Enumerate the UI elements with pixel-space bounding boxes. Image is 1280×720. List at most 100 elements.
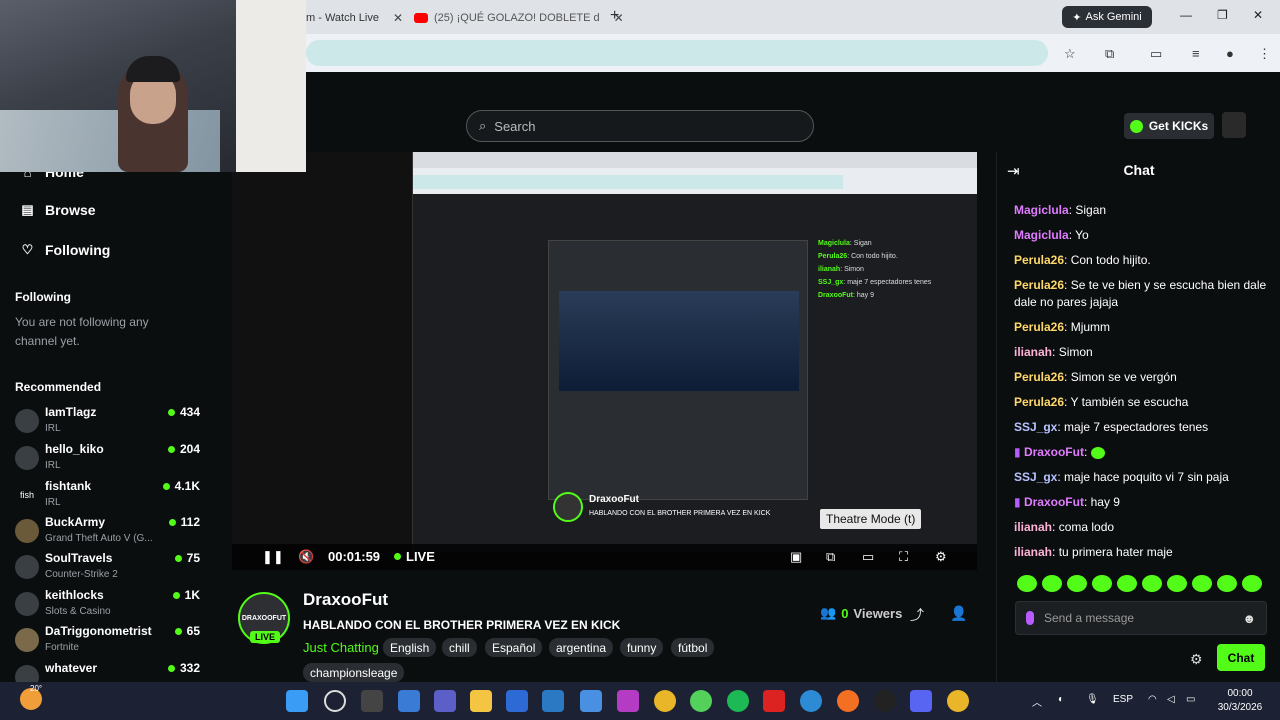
recommended-channel[interactable]: hello_kiko IRL 204 [15,442,200,478]
new-tab-button[interactable]: + [610,7,619,25]
video-browser-address [413,168,977,194]
close-icon[interactable]: ✕ [393,11,403,25]
recommended-channel[interactable]: fish fishtank IRL 4.1K [15,479,200,515]
tag[interactable]: English [383,638,437,657]
recommended-channel[interactable]: SoulTravels Counter-Strike 2 75 [15,551,200,587]
recommended-channel[interactable]: BuckArmy Grand Theft Auto V (G... 112 [15,515,200,551]
share-icon[interactable]: ⤴ [910,605,924,625]
task-view-icon[interactable] [361,690,383,712]
tag[interactable]: funny [620,638,664,657]
extensions-icon[interactable]: ⧉ [1105,46,1114,62]
emote-icon[interactable] [1017,575,1037,592]
sidebar-item-browse[interactable]: ▤ Browse [20,202,95,218]
emote-icon[interactable] [1167,575,1187,592]
cast-icon[interactable]: ▭ [1150,46,1162,62]
tag[interactable]: fútbol [671,638,715,657]
avatar [15,409,39,433]
tag[interactable]: chill [442,638,477,657]
chrome-icon[interactable] [654,690,676,712]
mic-icon [1026,611,1034,625]
send-chat-button[interactable]: Chat [1217,644,1265,671]
volume-icon[interactable]: ◁ [1167,694,1175,705]
dropbox-icon[interactable] [580,690,602,712]
tag[interactable]: Español [485,638,543,657]
wifi-icon[interactable]: ◠ [1148,694,1157,705]
store-icon[interactable] [542,690,564,712]
chat-message: Perula26: Simon se ve vergón [1014,370,1177,384]
address-bar[interactable] [306,40,1048,66]
chat-message: ▮ DraxooFut: hay 9 [1014,495,1120,509]
tag[interactable]: championsleage [303,663,405,682]
fullscreen-icon[interactable]: ⛶ [899,549,908,565]
minimize-icon[interactable]: — [1180,8,1192,22]
pause-icon[interactable]: ❚❚ [262,549,284,565]
recommended-channel[interactable]: DaTriggonometrist Fortnite 65 [15,624,200,660]
emote-icon[interactable] [1042,575,1062,592]
emote-icon[interactable] [1192,575,1212,592]
emote-icon[interactable] [1242,575,1262,592]
firefox-icon[interactable] [837,690,859,712]
chat-settings-icon[interactable]: ⚙ [1190,651,1203,668]
file-explorer-icon[interactable] [470,690,492,712]
clip-icon[interactable]: ▣ [790,549,802,565]
theatre-mode-icon[interactable]: ▭ [862,549,874,565]
spotify-icon[interactable] [727,690,749,712]
close-window-icon[interactable]: ✕ [1253,8,1263,22]
chat-message-input[interactable]: Send a message ☻ [1015,601,1267,635]
viewer-count: 👥 0 Viewers [820,605,903,621]
follow-user-icon[interactable]: 👤 [950,605,967,622]
emote-icon[interactable] [1092,575,1112,592]
tag[interactable]: argentina [549,638,614,657]
tray-app-icon[interactable]: ◐ [1058,694,1064,705]
recommended-channel[interactable]: IamTlagz IRL 434 [15,405,200,441]
recommended-channel[interactable]: keithlocks Slots & Casino 1K [15,588,200,624]
discord-icon[interactable] [910,690,932,712]
outlook-icon[interactable] [506,690,528,712]
teams-icon[interactable] [434,690,456,712]
search-icon[interactable] [324,690,346,712]
theatre-mode-tooltip: Theatre Mode (t) [820,509,922,529]
emote-icon[interactable] [1117,575,1137,592]
sidebar-item-following[interactable]: ♡ Following [20,242,111,258]
emote-bar [1017,575,1262,592]
premiere-icon[interactable] [617,690,639,712]
emote-icon[interactable] [1142,575,1162,592]
user-avatar[interactable] [1222,112,1246,138]
viewers-icon: 👥 [820,605,837,620]
obs-icon[interactable] [874,690,896,712]
category-link[interactable]: Just Chatting [303,640,379,655]
bookmark-star-icon[interactable]: ☆ [1064,46,1076,62]
weather-temp: 20° [30,684,43,693]
tray-chevron-icon[interactable]: ︿ [1032,694,1042,709]
profile-icon[interactable]: ● [1226,46,1234,61]
browser-tab-kick[interactable]: m - Watch Live ✕ [306,6,403,30]
emote-icon[interactable] [1067,575,1087,592]
mute-icon[interactable]: 🔇 [298,549,314,565]
video-player[interactable]: Magiclula: Sigan Perula26: Con todo hiji… [232,152,977,570]
streamer-name[interactable]: DraxooFut [303,590,388,610]
emoji-icon[interactable]: ☻ [1242,611,1256,626]
pip-icon[interactable]: ⧉ [826,549,835,565]
start-icon[interactable] [286,690,308,712]
emote-icon[interactable] [1217,575,1237,592]
copilot-icon[interactable] [398,690,420,712]
get-kicks-button[interactable]: Get KICKs [1124,113,1214,139]
maximize-icon[interactable]: ❐ [1217,8,1228,22]
recommended-channel[interactable]: whatever 332 [15,661,200,682]
keyboard-language[interactable]: ESP [1113,694,1133,705]
live-dot-icon [168,518,176,526]
edge-icon[interactable] [800,690,822,712]
app-icon[interactable] [690,690,712,712]
kicks-coin-icon [1129,119,1143,133]
media-icon[interactable]: ≡ [1192,46,1200,61]
microphone-icon[interactable]: 🎙 [1086,694,1099,705]
netflix-icon[interactable] [763,690,785,712]
settings-gear-icon[interactable]: ⚙ [935,549,947,565]
ask-gemini-button[interactable]: ✦ Ask Gemini [1062,6,1152,28]
battery-icon[interactable]: ▭ [1186,694,1195,705]
browser-tab-youtube[interactable]: (25) ¡QUÉ GOLAZO! DOBLETE d ✕ [414,6,624,30]
menu-icon[interactable]: ⋮ [1258,46,1271,62]
system-clock[interactable]: 00:00 30/3/2026 [1210,687,1270,715]
chrome-active-icon[interactable] [947,690,969,712]
search-input[interactable]: ⌕ Search [466,110,814,142]
